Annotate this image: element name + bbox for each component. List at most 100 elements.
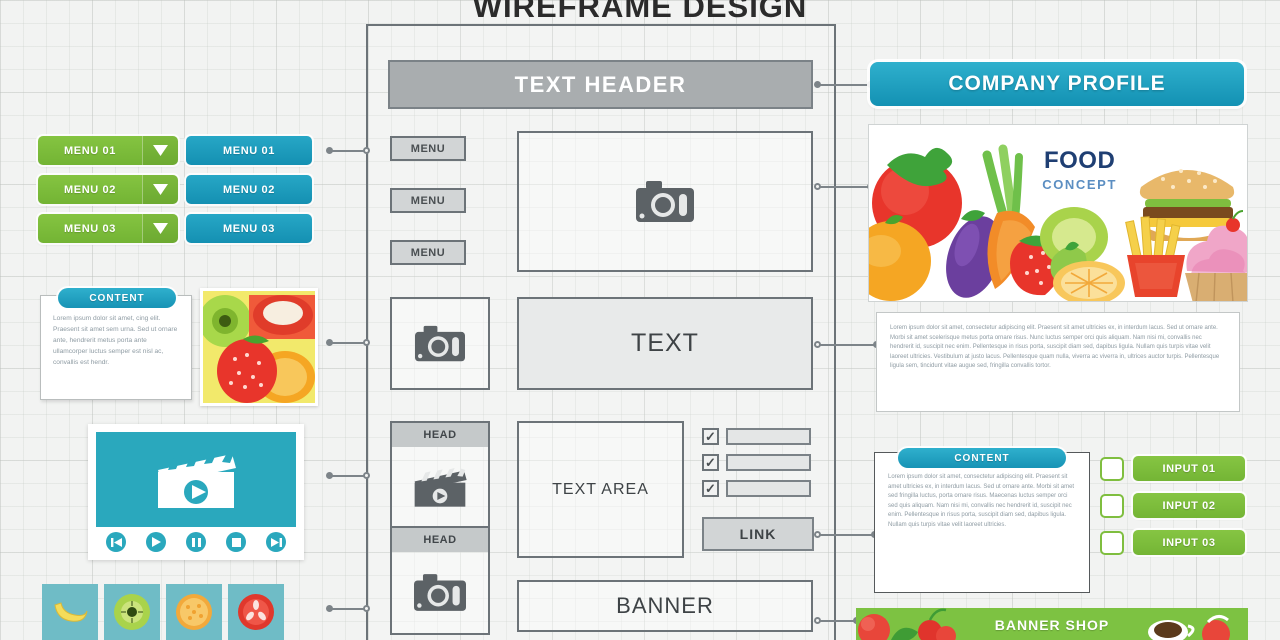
dropdown-menu-01[interactable]: MENU 01: [38, 136, 178, 165]
video-player[interactable]: [88, 424, 304, 560]
wireframe-head-stack: HEAD HEAD: [390, 421, 490, 636]
connector-dot: [814, 183, 821, 190]
chevron-down-icon[interactable]: [142, 214, 178, 243]
wireframe-menu-button-3[interactable]: MENU: [390, 240, 466, 265]
right-text-body: Lorem ipsum dolor sit amet, consectetur …: [890, 325, 1220, 370]
input-button-01[interactable]: INPUT 01: [1133, 456, 1245, 481]
input-row[interactable]: INPUT 03: [1100, 530, 1245, 555]
banner-shop-label: BANNER SHOP: [994, 617, 1110, 633]
input-checkbox-1[interactable]: [1100, 456, 1124, 481]
dropdown-menu-02[interactable]: MENU 02: [38, 175, 178, 204]
food-title: FOOD: [1043, 147, 1116, 174]
button-menu-02[interactable]: MENU 02: [186, 175, 312, 204]
food-title-group: FOOD CONCEPT: [1042, 147, 1117, 192]
fruit-icon-strip: [42, 584, 284, 640]
checkbox-2[interactable]: ✓: [702, 454, 719, 471]
food-concept-card: FOOD CONCEPT: [868, 124, 1248, 302]
input-checkbox-3[interactable]: [1100, 530, 1124, 555]
checkbox-row[interactable]: ✓: [702, 428, 814, 445]
connector-line: [326, 472, 370, 479]
input-button-02[interactable]: INPUT 02: [1133, 493, 1245, 518]
camera-icon: [415, 325, 465, 361]
checkbox-3[interactable]: ✓: [702, 480, 719, 497]
connector-dot: [363, 147, 370, 154]
page-title: WIREFRAME DESIGN: [472, 0, 808, 24]
wireframe-image-placeholder-small: [390, 297, 490, 390]
dropdown-menu-01-label: MENU 01: [64, 144, 116, 157]
connector-dot: [326, 147, 333, 154]
company-profile-banner: COMPANY PROFILE: [870, 62, 1244, 106]
kiwi-icon[interactable]: [104, 584, 160, 640]
button-menu-03[interactable]: MENU 03: [186, 214, 312, 243]
connector-line: [326, 339, 370, 346]
connector-dot: [326, 605, 333, 612]
connector-line: [326, 147, 370, 154]
chevron-down-icon[interactable]: [142, 175, 178, 204]
wireframe-link-button[interactable]: LINK: [702, 517, 814, 551]
connector-dot: [814, 617, 821, 624]
video-controls: [96, 530, 296, 554]
camera-icon: [636, 180, 694, 222]
left-content-card: Lorem ipsum dolor sit amet, cing elit. P…: [40, 295, 192, 400]
stop-button[interactable]: [226, 532, 246, 552]
right-content-tab: CONTENT: [898, 448, 1066, 468]
connector-line: [814, 341, 880, 348]
connector-dot: [326, 472, 333, 479]
clapperboard-icon: [392, 447, 488, 528]
connector-dot: [814, 341, 821, 348]
checkbox-row[interactable]: ✓: [702, 480, 814, 497]
connector-dot: [326, 339, 333, 346]
dropdown-menu-02-label: MENU 02: [64, 183, 116, 196]
connector-line: [814, 81, 874, 88]
wireframe-checkbox-list: ✓ ✓ ✓: [702, 428, 814, 506]
video-screen[interactable]: [96, 432, 296, 527]
orange-icon[interactable]: [166, 584, 222, 640]
checkbox-row[interactable]: ✓: [702, 454, 814, 471]
wireframe-head-label-1: HEAD: [392, 423, 488, 447]
previous-button[interactable]: [106, 532, 126, 552]
input-row[interactable]: INPUT 01: [1100, 456, 1245, 481]
banner-shop: BANNER SHOP: [856, 608, 1248, 640]
checkbox-field-3[interactable]: [726, 480, 811, 497]
wireframe-head-label-2: HEAD: [392, 528, 488, 552]
checkbox-field-2[interactable]: [726, 454, 811, 471]
connector-dot: [814, 81, 821, 88]
connector-dot: [363, 605, 370, 612]
chevron-down-icon[interactable]: [142, 136, 178, 165]
food-subtitle: CONCEPT: [1042, 177, 1117, 192]
dropdown-menu-03[interactable]: MENU 03: [38, 214, 178, 243]
wireframe-menu-button-1[interactable]: MENU: [390, 136, 466, 161]
wireframe-design-poster: WIREFRAME DESIGN MENU 01 MENU 02 MENU 03…: [0, 0, 1280, 640]
banana-icon[interactable]: [42, 584, 98, 640]
wireframe-head-cell-video: HEAD: [390, 421, 490, 528]
input-checkbox-2[interactable]: [1100, 493, 1124, 518]
connector-line: [814, 617, 860, 624]
connector-line: [814, 183, 874, 190]
wireframe-text-header: TEXT HEADER: [388, 60, 813, 109]
dropdown-menu-03-label: MENU 03: [64, 222, 116, 235]
wireframe-head-cell-image: HEAD: [390, 528, 490, 635]
camera-icon: [392, 552, 488, 633]
checkbox-field-1[interactable]: [726, 428, 811, 445]
input-button-03[interactable]: INPUT 03: [1133, 530, 1245, 555]
right-content-card: Lorem ipsum dolor sit amet, consectetur …: [874, 452, 1090, 593]
wireframe-menu-button-2[interactable]: MENU: [390, 188, 466, 213]
clapperboard-icon: [158, 450, 236, 508]
checkbox-1[interactable]: ✓: [702, 428, 719, 445]
wireframe-text-area[interactable]: TEXT AREA: [517, 421, 684, 558]
tomato-icon[interactable]: [228, 584, 284, 640]
right-text-card: Lorem ipsum dolor sit amet, consectetur …: [876, 312, 1240, 412]
left-content-body: Lorem ipsum dolor sit amet, cing elit. P…: [53, 315, 178, 366]
play-button[interactable]: [146, 532, 166, 552]
connector-line: [326, 605, 370, 612]
connector-dot: [363, 472, 370, 479]
right-content-body: Lorem ipsum dolor sit amet, consectetur …: [888, 474, 1075, 528]
input-list: INPUT 01 INPUT 02 INPUT 03: [1100, 456, 1245, 567]
wireframe-text-block: TEXT: [517, 297, 813, 390]
button-menu-01[interactable]: MENU 01: [186, 136, 312, 165]
input-row[interactable]: INPUT 02: [1100, 493, 1245, 518]
wireframe-image-placeholder: [517, 131, 813, 272]
pause-button[interactable]: [186, 532, 206, 552]
left-content-tab: CONTENT: [58, 288, 176, 308]
next-button[interactable]: [266, 532, 286, 552]
